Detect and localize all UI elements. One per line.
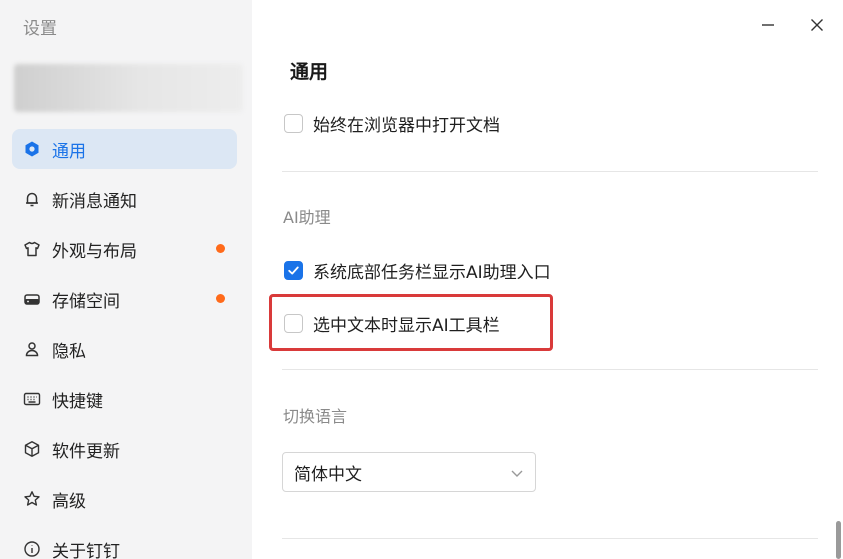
ai-taskbar-label: 系统底部任务栏显示AI助理入口 (313, 263, 551, 283)
ai-taskbar-checkbox[interactable] (284, 261, 303, 280)
ai-toolbar-option[interactable]: 选中文本时显示AI工具栏 (284, 311, 500, 336)
divider (282, 171, 818, 172)
open-in-browser-checkbox[interactable] (284, 114, 303, 133)
chevron-down-icon (511, 470, 523, 477)
sidebar-item-label: 高级 (52, 491, 86, 512)
close-button[interactable] (806, 14, 828, 36)
language-select-value: 简体中文 (294, 464, 362, 485)
minimize-icon (762, 24, 774, 26)
open-in-browser-option[interactable]: 始终在浏览器中打开文档 (284, 111, 500, 136)
sidebar-item-appearance[interactable]: 外观与布局 (12, 229, 237, 269)
sidebar-item-label: 外观与布局 (52, 241, 137, 262)
check-icon (288, 266, 299, 275)
language-group-label: 切换语言 (283, 407, 348, 426)
sidebar-item-updates[interactable]: 软件更新 (12, 429, 237, 469)
bell-icon (22, 189, 42, 209)
app-title: 设置 (23, 19, 57, 39)
sidebar-item-label: 隐私 (52, 341, 86, 362)
storage-icon (22, 289, 42, 309)
minimize-button[interactable] (757, 14, 779, 36)
ai-taskbar-option[interactable]: 系统底部任务栏显示AI助理入口 (284, 258, 551, 283)
sidebar-item-privacy[interactable]: 隐私 (12, 329, 237, 369)
sidebar-item-label: 通用 (52, 141, 86, 162)
keyboard-icon (22, 389, 42, 409)
star-icon (22, 489, 42, 509)
sidebar-item-notifications[interactable]: 新消息通知 (12, 179, 237, 219)
user-icon (22, 339, 42, 359)
close-icon (811, 19, 823, 31)
badge-dot (216, 294, 225, 303)
ai-toolbar-label: 选中文本时显示AI工具栏 (313, 316, 500, 336)
badge-dot (216, 244, 225, 253)
divider (282, 369, 818, 370)
info-icon (22, 539, 42, 559)
sidebar-item-shortcuts[interactable]: 快捷键 (12, 379, 237, 419)
sidebar-item-about[interactable]: 关于钉钉 (12, 529, 237, 559)
sidebar-item-label: 快捷键 (52, 391, 103, 412)
shirt-icon (22, 239, 42, 259)
hexagon-icon (22, 139, 42, 159)
box-icon (22, 439, 42, 459)
sidebar-item-label: 新消息通知 (52, 191, 137, 212)
ai-group-label: AI助理 (283, 208, 331, 227)
ai-toolbar-checkbox[interactable] (284, 314, 303, 333)
sidebar: 设置 通用 新消息通知 外观与布局 存储空间 隐私 快捷键 软件更新 高级 关于… (0, 0, 252, 559)
sidebar-item-label: 关于钉钉 (52, 541, 120, 559)
sidebar-item-storage[interactable]: 存储空间 (12, 279, 237, 319)
open-in-browser-label: 始终在浏览器中打开文档 (313, 116, 500, 136)
sidebar-nav: 通用 新消息通知 外观与布局 存储空间 隐私 快捷键 软件更新 高级 关于钉钉 (12, 129, 237, 559)
language-select[interactable]: 简体中文 (282, 452, 536, 492)
section-title: 通用 (290, 61, 329, 83)
sidebar-item-general[interactable]: 通用 (12, 129, 237, 169)
scrollbar-thumb[interactable] (836, 521, 841, 559)
sidebar-item-label: 软件更新 (52, 441, 120, 462)
profile-card-blurred[interactable] (14, 64, 243, 112)
sidebar-item-advanced[interactable]: 高级 (12, 479, 237, 519)
sidebar-item-label: 存储空间 (52, 291, 120, 312)
divider (282, 538, 818, 539)
